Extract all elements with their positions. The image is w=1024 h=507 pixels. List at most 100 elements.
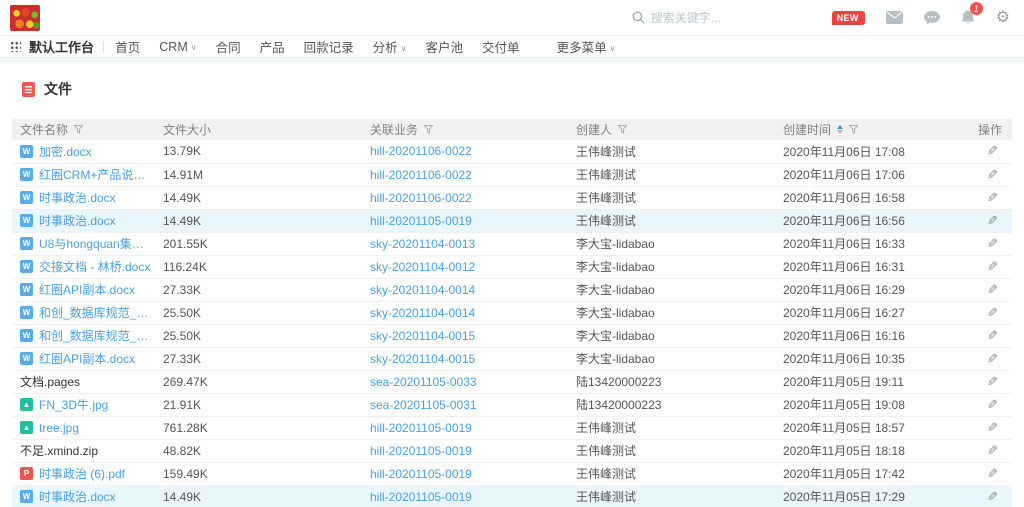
page-header: 文件 [0, 63, 1024, 113]
related-business-link[interactable]: sky-20201104-0013 [370, 237, 475, 251]
column-label: 创建人 [576, 121, 612, 138]
file-name-link[interactable]: tree.jpg [39, 421, 79, 435]
global-search[interactable] [632, 11, 772, 25]
related-business-link[interactable]: sky-20201104-0014 [370, 306, 475, 320]
file-size-cell: 27.33K [155, 278, 362, 301]
chevron-down-icon: ∨ [401, 44, 407, 53]
file-type-icon-docx: W [20, 283, 33, 296]
file-size-cell: 27.33K [155, 347, 362, 370]
created-time-cell: 2020年11月06日 16:33 [775, 232, 967, 255]
nav-item-交付单[interactable]: 交付单 [482, 37, 520, 56]
edit-icon[interactable]: ✎ [987, 167, 998, 183]
app-logo[interactable] [10, 5, 40, 31]
edit-icon[interactable]: ✎ [987, 236, 998, 252]
related-business-link[interactable]: sea-20201105-0033 [370, 375, 477, 389]
edit-icon[interactable]: ✎ [987, 328, 998, 344]
workspace-title[interactable]: 默认工作台 [29, 37, 94, 56]
edit-icon[interactable]: ✎ [987, 259, 998, 275]
related-business-link[interactable]: hill-20201105-0019 [370, 421, 472, 435]
edit-icon[interactable]: ✎ [987, 305, 998, 321]
chat-icon[interactable] [924, 11, 940, 25]
app-grid-icon[interactable] [10, 41, 21, 52]
creator-cell: 王伟峰测试 [568, 163, 775, 186]
related-business-link[interactable]: hill-20201105-0019 [370, 444, 472, 458]
creator-cell: 李大宝-lidabao [568, 301, 775, 324]
file-type-icon-docx: W [20, 329, 33, 342]
file-name-cell: W时事政治.docx [12, 485, 155, 507]
nav-item-CRM[interactable]: CRM∨ [159, 40, 196, 54]
bell-icon[interactable]: 1 [961, 10, 975, 25]
edit-icon[interactable]: ✎ [987, 351, 998, 367]
related-business-cell: sky-20201104-0014 [362, 301, 568, 324]
related-business-link[interactable]: hill-20201106-0022 [370, 144, 472, 158]
table-row: W时事政治.docx14.49Khill-20201105-0019王伟峰测试2… [12, 209, 1012, 232]
related-business-link[interactable]: sky-20201104-0015 [370, 329, 475, 343]
related-business-link[interactable]: hill-20201106-0022 [370, 168, 472, 182]
filter-icon[interactable] [849, 123, 858, 137]
edit-icon[interactable]: ✎ [987, 143, 998, 159]
file-name-link[interactable]: U8与hongquan集成方案.docx [39, 235, 151, 252]
filter-icon[interactable] [74, 123, 83, 137]
file-name-link[interactable]: 红圈API副本.docx [39, 350, 135, 367]
edit-icon[interactable]: ✎ [987, 443, 998, 459]
sort-icon[interactable] [837, 125, 843, 134]
related-business-link[interactable]: sky-20201104-0015 [370, 352, 475, 366]
filter-icon[interactable] [424, 123, 433, 137]
column-label: 文件名称 [20, 121, 68, 138]
table-row: W和创_数据库规范_20171124.doc25.50Ksky-20201104… [12, 324, 1012, 347]
filter-icon[interactable] [618, 123, 627, 137]
edit-icon[interactable]: ✎ [987, 489, 998, 505]
related-business-cell: hill-20201106-0022 [362, 140, 568, 163]
edit-icon[interactable]: ✎ [987, 466, 998, 482]
file-name-text: 文档.pages [20, 373, 80, 390]
column-label: 操作 [978, 121, 1002, 138]
action-cell: ✎ [967, 232, 1012, 255]
edit-icon[interactable]: ✎ [987, 420, 998, 436]
file-size-cell: 48.82K [155, 439, 362, 462]
nav-item-首页[interactable]: 首页 [115, 37, 140, 56]
nav-item-分析[interactable]: 分析∨ [373, 37, 407, 56]
table-row: W红圈API副本.docx27.33Ksky-20201104-0014李大宝-… [12, 278, 1012, 301]
nav-item-客户池[interactable]: 客户池 [426, 37, 464, 56]
edit-icon[interactable]: ✎ [987, 190, 998, 206]
file-name-link[interactable]: 加密.docx [39, 143, 92, 160]
related-business-link[interactable]: sea-20201105-0031 [370, 398, 477, 412]
file-name-link[interactable]: 和创_数据库规范_20171124.doc [39, 304, 151, 321]
gear-icon[interactable]: ⚙ [996, 10, 1010, 26]
related-business-link[interactable]: hill-20201105-0019 [370, 490, 472, 504]
nav-item-回款记录[interactable]: 回款记录 [304, 37, 354, 56]
edit-icon[interactable]: ✎ [987, 397, 998, 413]
related-business-link[interactable]: hill-20201105-0019 [370, 214, 472, 228]
file-name-link[interactable]: 红圈CRM+产品说明201901_前端... [39, 166, 151, 183]
action-cell: ✎ [967, 462, 1012, 485]
action-cell: ✎ [967, 393, 1012, 416]
search-input[interactable] [651, 11, 761, 25]
related-business-link[interactable]: sky-20201104-0014 [370, 283, 475, 297]
table-row: WU8与hongquan集成方案.docx201.55Ksky-20201104… [12, 232, 1012, 255]
related-business-link[interactable]: hill-20201105-0019 [370, 467, 472, 481]
file-name-cell: W时事政治.docx [12, 186, 155, 209]
file-size-cell: 14.49K [155, 209, 362, 232]
file-name-link[interactable]: 时事政治 (6).pdf [39, 465, 125, 482]
file-name-link[interactable]: 和创_数据库规范_20171124.doc [39, 327, 151, 344]
mail-icon[interactable] [886, 11, 903, 24]
file-name-link[interactable]: 交接文档 - 林桥.docx [39, 258, 150, 275]
edit-icon[interactable]: ✎ [987, 374, 998, 390]
file-name-link[interactable]: 时事政治.docx [39, 212, 116, 229]
file-name-link[interactable]: 时事政治.docx [39, 189, 116, 206]
file-name-link[interactable]: FN_3D牛.jpg [39, 396, 108, 413]
nav-item-更多菜单[interactable]: 更多菜单∨ [557, 37, 616, 56]
nav-item-合同[interactable]: 合同 [216, 37, 241, 56]
creator-cell: 王伟峰测试 [568, 462, 775, 485]
file-name-link[interactable]: 时事政治.docx [39, 488, 116, 505]
edit-icon[interactable]: ✎ [987, 213, 998, 229]
action-cell: ✎ [967, 347, 1012, 370]
created-time-cell: 2020年11月05日 17:29 [775, 485, 967, 507]
related-business-link[interactable]: hill-20201106-0022 [370, 191, 472, 205]
edit-icon[interactable]: ✎ [987, 282, 998, 298]
sort-down-icon [837, 130, 843, 134]
related-business-link[interactable]: sky-20201104-0012 [370, 260, 475, 274]
nav-item-产品[interactable]: 产品 [260, 37, 285, 56]
file-name-link[interactable]: 红圈API副本.docx [39, 281, 135, 298]
related-business-cell: sea-20201105-0031 [362, 393, 568, 416]
